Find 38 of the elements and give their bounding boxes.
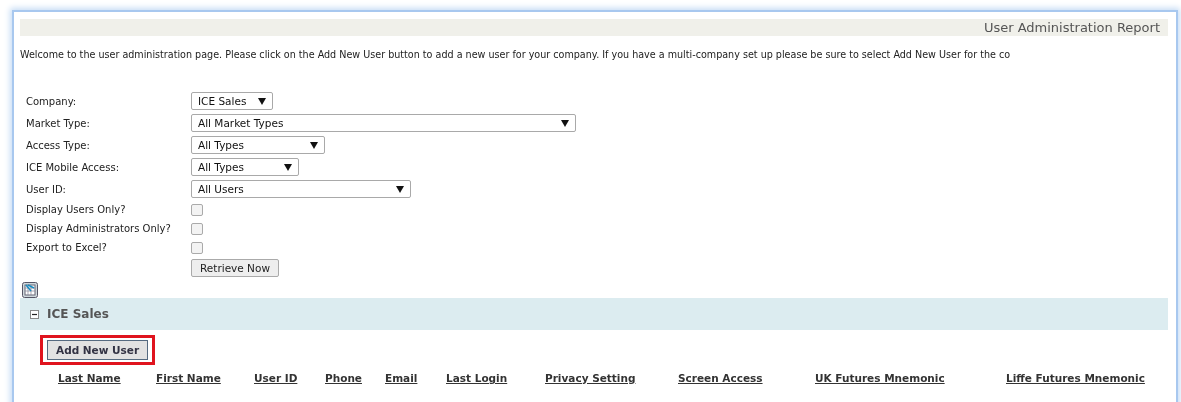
dropdown[interactable]: All Users (191, 180, 411, 198)
spreadsheet-icon[interactable] (22, 282, 38, 298)
checkbox[interactable] (191, 241, 203, 254)
column-header[interactable]: Last Login (446, 372, 508, 384)
column-header[interactable]: UK Futures Mnemonic (815, 372, 945, 384)
column-header[interactable]: Phone (325, 372, 362, 384)
collapse-icon[interactable] (30, 309, 39, 319)
column-header[interactable]: Liffe Futures Mnemonic (1006, 372, 1145, 384)
field-label: ICE Mobile Access: (26, 161, 120, 173)
page-title: User Administration Report (983, 20, 1160, 35)
dropdown[interactable]: All Types (191, 136, 325, 154)
caret-icon[interactable] (561, 119, 569, 127)
field-label: Display Administrators Only? (26, 223, 172, 234)
group-title: ICE Sales (47, 307, 109, 321)
field-label: User ID: (26, 183, 67, 195)
caret-icon[interactable] (258, 97, 266, 105)
add-new-user-button[interactable]: Add New User (47, 340, 149, 360)
dropdown[interactable]: ICE Sales (191, 92, 273, 110)
column-header[interactable]: User ID (254, 372, 298, 384)
intro-text: Welcome to the user administration page. Please click on the Add New User button to add a new user for your company. If you have a multi-company set up please be sure to select Add New User for the co (20, 49, 1012, 60)
field-label: Access Type: (26, 139, 91, 151)
column-header[interactable]: First Name (156, 372, 221, 384)
dropdown[interactable]: All Types (191, 158, 299, 176)
field-label: Market Type: (26, 117, 91, 129)
caret-icon[interactable] (396, 185, 404, 193)
caret-icon[interactable] (310, 141, 318, 149)
checkbox[interactable] (191, 203, 203, 216)
caret-icon[interactable] (284, 163, 292, 171)
dropdown[interactable]: All Market Types (191, 114, 576, 132)
field-label: Export to Excel? (26, 242, 108, 253)
column-header[interactable]: Email (385, 372, 418, 384)
column-header[interactable]: Privacy Setting (545, 372, 636, 384)
column-header[interactable]: Last Name (58, 372, 121, 384)
field-label: Company: (26, 95, 78, 107)
column-header[interactable]: Screen Access (678, 372, 763, 384)
field-label: Display Users Only? (26, 204, 127, 215)
checkbox[interactable] (191, 222, 203, 235)
retrieve-button[interactable]: Retrieve Now (191, 259, 279, 277)
